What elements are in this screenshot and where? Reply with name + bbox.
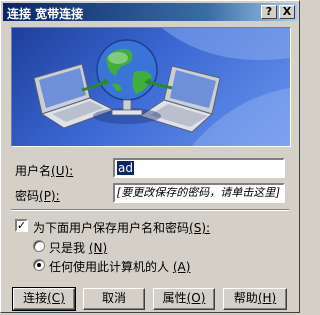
save-credentials-label[interactable]: 为下面用户保存用户名和密码(S): xyxy=(33,219,210,236)
connect-button[interactable]: 连接(C) xyxy=(12,287,76,311)
save-credentials-checkbox[interactable]: ✓ xyxy=(15,219,28,232)
network-connection-illustration xyxy=(33,28,290,146)
radio-anyone[interactable] xyxy=(33,259,45,271)
network-banner xyxy=(11,27,291,147)
divider xyxy=(11,209,289,211)
username-value: ad xyxy=(117,161,134,175)
close-button[interactable]: X xyxy=(279,5,295,19)
radio-anyone-label[interactable]: 任何使用此计算机的人 (A) xyxy=(49,258,190,275)
password-input[interactable]: [要更改保存的密码，请单击这里] xyxy=(113,183,285,203)
help-button[interactable]: 帮助(H) xyxy=(223,288,287,310)
password-label: 密码(P): xyxy=(15,189,60,203)
properties-button[interactable]: 属性(O) xyxy=(153,288,215,310)
cancel-button[interactable]: 取消 xyxy=(83,288,145,310)
help-title-button[interactable]: ? xyxy=(261,5,277,19)
title-bar[interactable]: 连接 宽带连接 ? X xyxy=(3,3,297,21)
username-label: 用户名(U): xyxy=(15,164,74,178)
radio-me-only-label[interactable]: 只是我 (N) xyxy=(49,239,107,256)
radio-me-only[interactable] xyxy=(33,240,45,252)
connect-dialog: 连接 宽带连接 ? X 用户名(U): ad 密码(P): [要更改保存的密码，… xyxy=(0,0,300,313)
username-input[interactable]: ad xyxy=(113,158,285,178)
window-title: 连接 宽带连接 xyxy=(7,7,84,21)
